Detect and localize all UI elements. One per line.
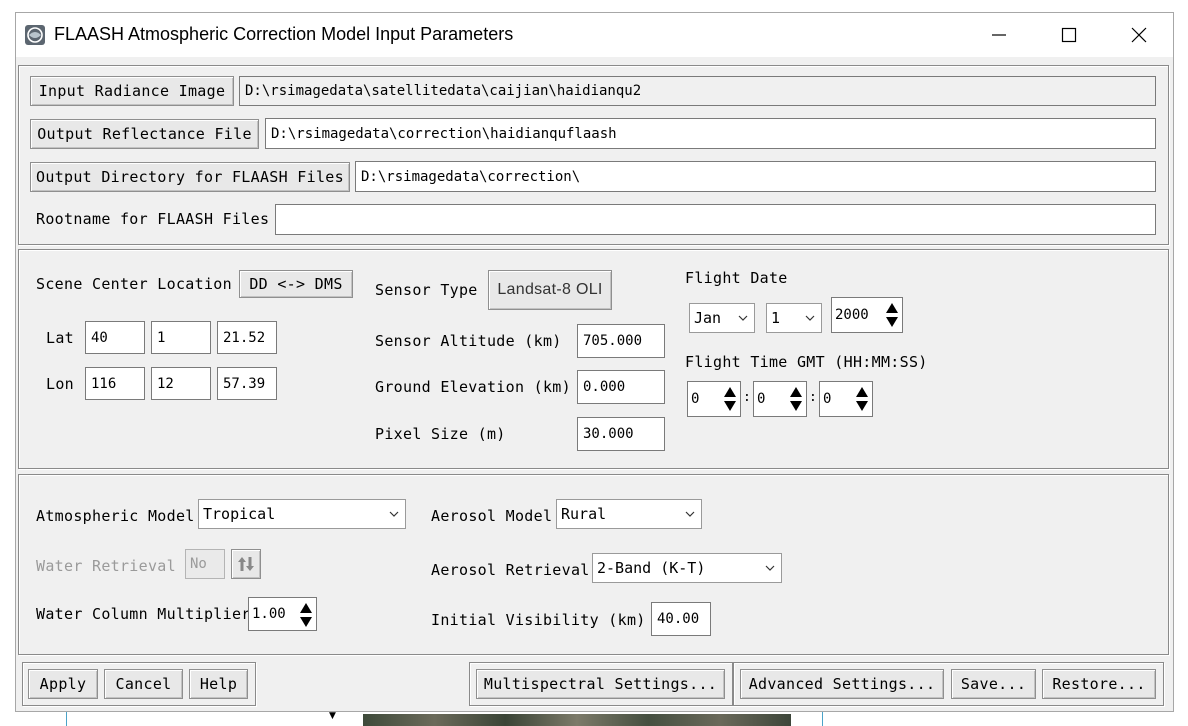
files-panel: Input Radiance Image D:\rsimagedata\sate… bbox=[18, 65, 1169, 245]
flight-year-value: 2000 bbox=[835, 307, 869, 323]
pixel-size-label: Pixel Size (m) bbox=[375, 425, 506, 443]
aerosol-model-label: Aerosol Model bbox=[431, 507, 553, 525]
input-radiance-button[interactable]: Input Radiance Image bbox=[30, 76, 234, 106]
flight-hour-value: 0 bbox=[691, 391, 700, 407]
window-title: FLAASH Atmospheric Correction Model Inpu… bbox=[54, 24, 514, 44]
flight-minute-value: 0 bbox=[757, 391, 766, 407]
output-directory-field[interactable]: D:\rsimagedata\correction\ bbox=[355, 161, 1156, 192]
title-bar: FLAASH Atmospheric Correction Model Inpu… bbox=[16, 13, 1173, 57]
close-icon bbox=[1131, 27, 1147, 43]
apply-button[interactable]: Apply bbox=[28, 669, 98, 699]
lon-degrees-field[interactable]: 116 bbox=[85, 367, 145, 400]
flaash-dialog: FLAASH Atmospheric Correction Model Inpu… bbox=[15, 12, 1174, 712]
chevron-down-icon bbox=[389, 511, 399, 517]
scene-panel: Scene Center Location DD <-> DMS Lat 40 … bbox=[18, 249, 1169, 469]
rootname-label: Rootname for FLAASH Files bbox=[36, 210, 270, 228]
spinner-arrows-icon[interactable] bbox=[722, 384, 738, 414]
settings-group: Advanced Settings... Save... Restore... bbox=[733, 662, 1164, 706]
pixel-size-field[interactable]: 30.000 bbox=[577, 417, 665, 451]
model-panel: Atmospheric Model Tropical Water Retriev… bbox=[18, 474, 1169, 655]
ground-elevation-field[interactable]: 0.000 bbox=[577, 370, 665, 404]
output-reflectance-button[interactable]: Output Reflectance File bbox=[30, 119, 259, 149]
spinner-arrows-icon[interactable] bbox=[298, 600, 314, 630]
water-retrieval-label: Water Retrieval bbox=[36, 557, 176, 575]
aerosol-retrieval-value: 2-Band (K-T) bbox=[597, 559, 706, 577]
input-radiance-field[interactable]: D:\rsimagedata\satellitedata\caijian\hai… bbox=[239, 76, 1156, 106]
lat-label: Lat bbox=[46, 329, 74, 347]
flight-day-select[interactable]: 1 bbox=[766, 303, 822, 333]
atmospheric-model-value: Tropical bbox=[203, 505, 276, 523]
time-separator: : bbox=[809, 390, 818, 405]
water-column-spinner[interactable]: 1.00 bbox=[248, 597, 317, 631]
chevron-down-icon bbox=[738, 315, 748, 321]
flight-second-value: 0 bbox=[823, 391, 832, 407]
maximize-button[interactable] bbox=[1034, 13, 1104, 57]
rootname-field[interactable] bbox=[275, 204, 1156, 235]
multispectral-settings-button[interactable]: Multispectral Settings... bbox=[476, 669, 725, 699]
flight-second-spinner[interactable]: 0 bbox=[819, 381, 873, 417]
minimize-button[interactable] bbox=[964, 13, 1034, 57]
background-divider bbox=[822, 712, 823, 726]
atmospheric-model-select[interactable]: Tropical bbox=[198, 499, 406, 529]
flight-month-value: Jan bbox=[694, 309, 722, 327]
flight-minute-spinner[interactable]: 0 bbox=[753, 381, 807, 417]
lon-minutes-field[interactable]: 12 bbox=[151, 367, 211, 400]
aerosol-model-select[interactable]: Rural bbox=[556, 499, 702, 529]
swap-vertical-icon bbox=[238, 557, 254, 571]
scene-center-label: Scene Center Location bbox=[36, 275, 232, 293]
water-retrieval-toggle-button[interactable] bbox=[231, 549, 261, 579]
app-icon bbox=[24, 24, 46, 46]
water-column-label: Water Column Multiplier bbox=[36, 605, 251, 623]
advanced-settings-button[interactable]: Advanced Settings... bbox=[740, 669, 944, 699]
spinner-arrows-icon[interactable] bbox=[854, 384, 870, 414]
spinner-arrows-icon[interactable] bbox=[884, 300, 900, 330]
dialog-actions-group: Apply Cancel Help bbox=[22, 662, 256, 706]
sensor-altitude-field[interactable]: 705.000 bbox=[577, 324, 665, 358]
aerosol-model-value: Rural bbox=[561, 505, 607, 523]
lat-minutes-field[interactable]: 1 bbox=[151, 321, 211, 354]
chevron-down-icon bbox=[685, 511, 695, 517]
lat-degrees-field[interactable]: 40 bbox=[85, 321, 145, 354]
flight-day-value: 1 bbox=[771, 309, 781, 327]
output-reflectance-field[interactable]: D:\rsimagedata\correction\haidianquflaas… bbox=[265, 118, 1156, 149]
ground-elevation-label: Ground Elevation (km) bbox=[375, 378, 571, 396]
flight-hour-spinner[interactable]: 0 bbox=[687, 381, 741, 417]
background-divider bbox=[66, 712, 67, 726]
aerosol-retrieval-label: Aerosol Retrieval bbox=[431, 561, 590, 579]
sensor-altitude-label: Sensor Altitude (km) bbox=[375, 332, 562, 350]
save-button[interactable]: Save... bbox=[951, 669, 1036, 699]
initial-visibility-label: Initial Visibility (km) bbox=[431, 611, 646, 629]
multispectral-group: Multispectral Settings... bbox=[469, 662, 733, 706]
background-image-preview bbox=[363, 714, 791, 726]
restore-button[interactable]: Restore... bbox=[1042, 669, 1156, 699]
flight-month-select[interactable]: Jan bbox=[689, 303, 755, 333]
atmospheric-model-label: Atmospheric Model bbox=[36, 507, 195, 525]
close-button[interactable] bbox=[1104, 13, 1174, 57]
background-caret-icon: ▼ bbox=[329, 711, 336, 721]
lat-seconds-field[interactable]: 21.52 bbox=[217, 321, 277, 354]
chevron-down-icon bbox=[765, 565, 775, 571]
water-column-value: 1.00 bbox=[252, 606, 286, 622]
initial-visibility-field[interactable]: 40.00 bbox=[651, 602, 711, 636]
minimize-icon bbox=[992, 34, 1006, 36]
lon-seconds-field[interactable]: 57.39 bbox=[217, 367, 277, 400]
time-separator: : bbox=[743, 390, 752, 405]
output-directory-button[interactable]: Output Directory for FLAASH Files bbox=[30, 162, 350, 192]
spinner-arrows-icon[interactable] bbox=[788, 384, 804, 414]
water-retrieval-value: No bbox=[185, 549, 225, 579]
dd-dms-toggle-button[interactable]: DD <-> DMS bbox=[239, 270, 353, 298]
cancel-button[interactable]: Cancel bbox=[104, 669, 183, 699]
flight-year-spinner[interactable]: 2000 bbox=[831, 297, 903, 333]
help-button[interactable]: Help bbox=[189, 669, 248, 699]
maximize-icon bbox=[1061, 27, 1077, 43]
aerosol-retrieval-select[interactable]: 2-Band (K-T) bbox=[592, 553, 782, 583]
flight-date-label: Flight Date bbox=[685, 269, 788, 287]
sensor-type-button[interactable]: Landsat-8 OLI bbox=[488, 270, 612, 310]
sensor-type-label: Sensor Type bbox=[375, 281, 478, 299]
lon-label: Lon bbox=[46, 375, 74, 393]
chevron-down-icon bbox=[805, 315, 815, 321]
flight-time-label: Flight Time GMT (HH:MM:SS) bbox=[685, 353, 928, 371]
